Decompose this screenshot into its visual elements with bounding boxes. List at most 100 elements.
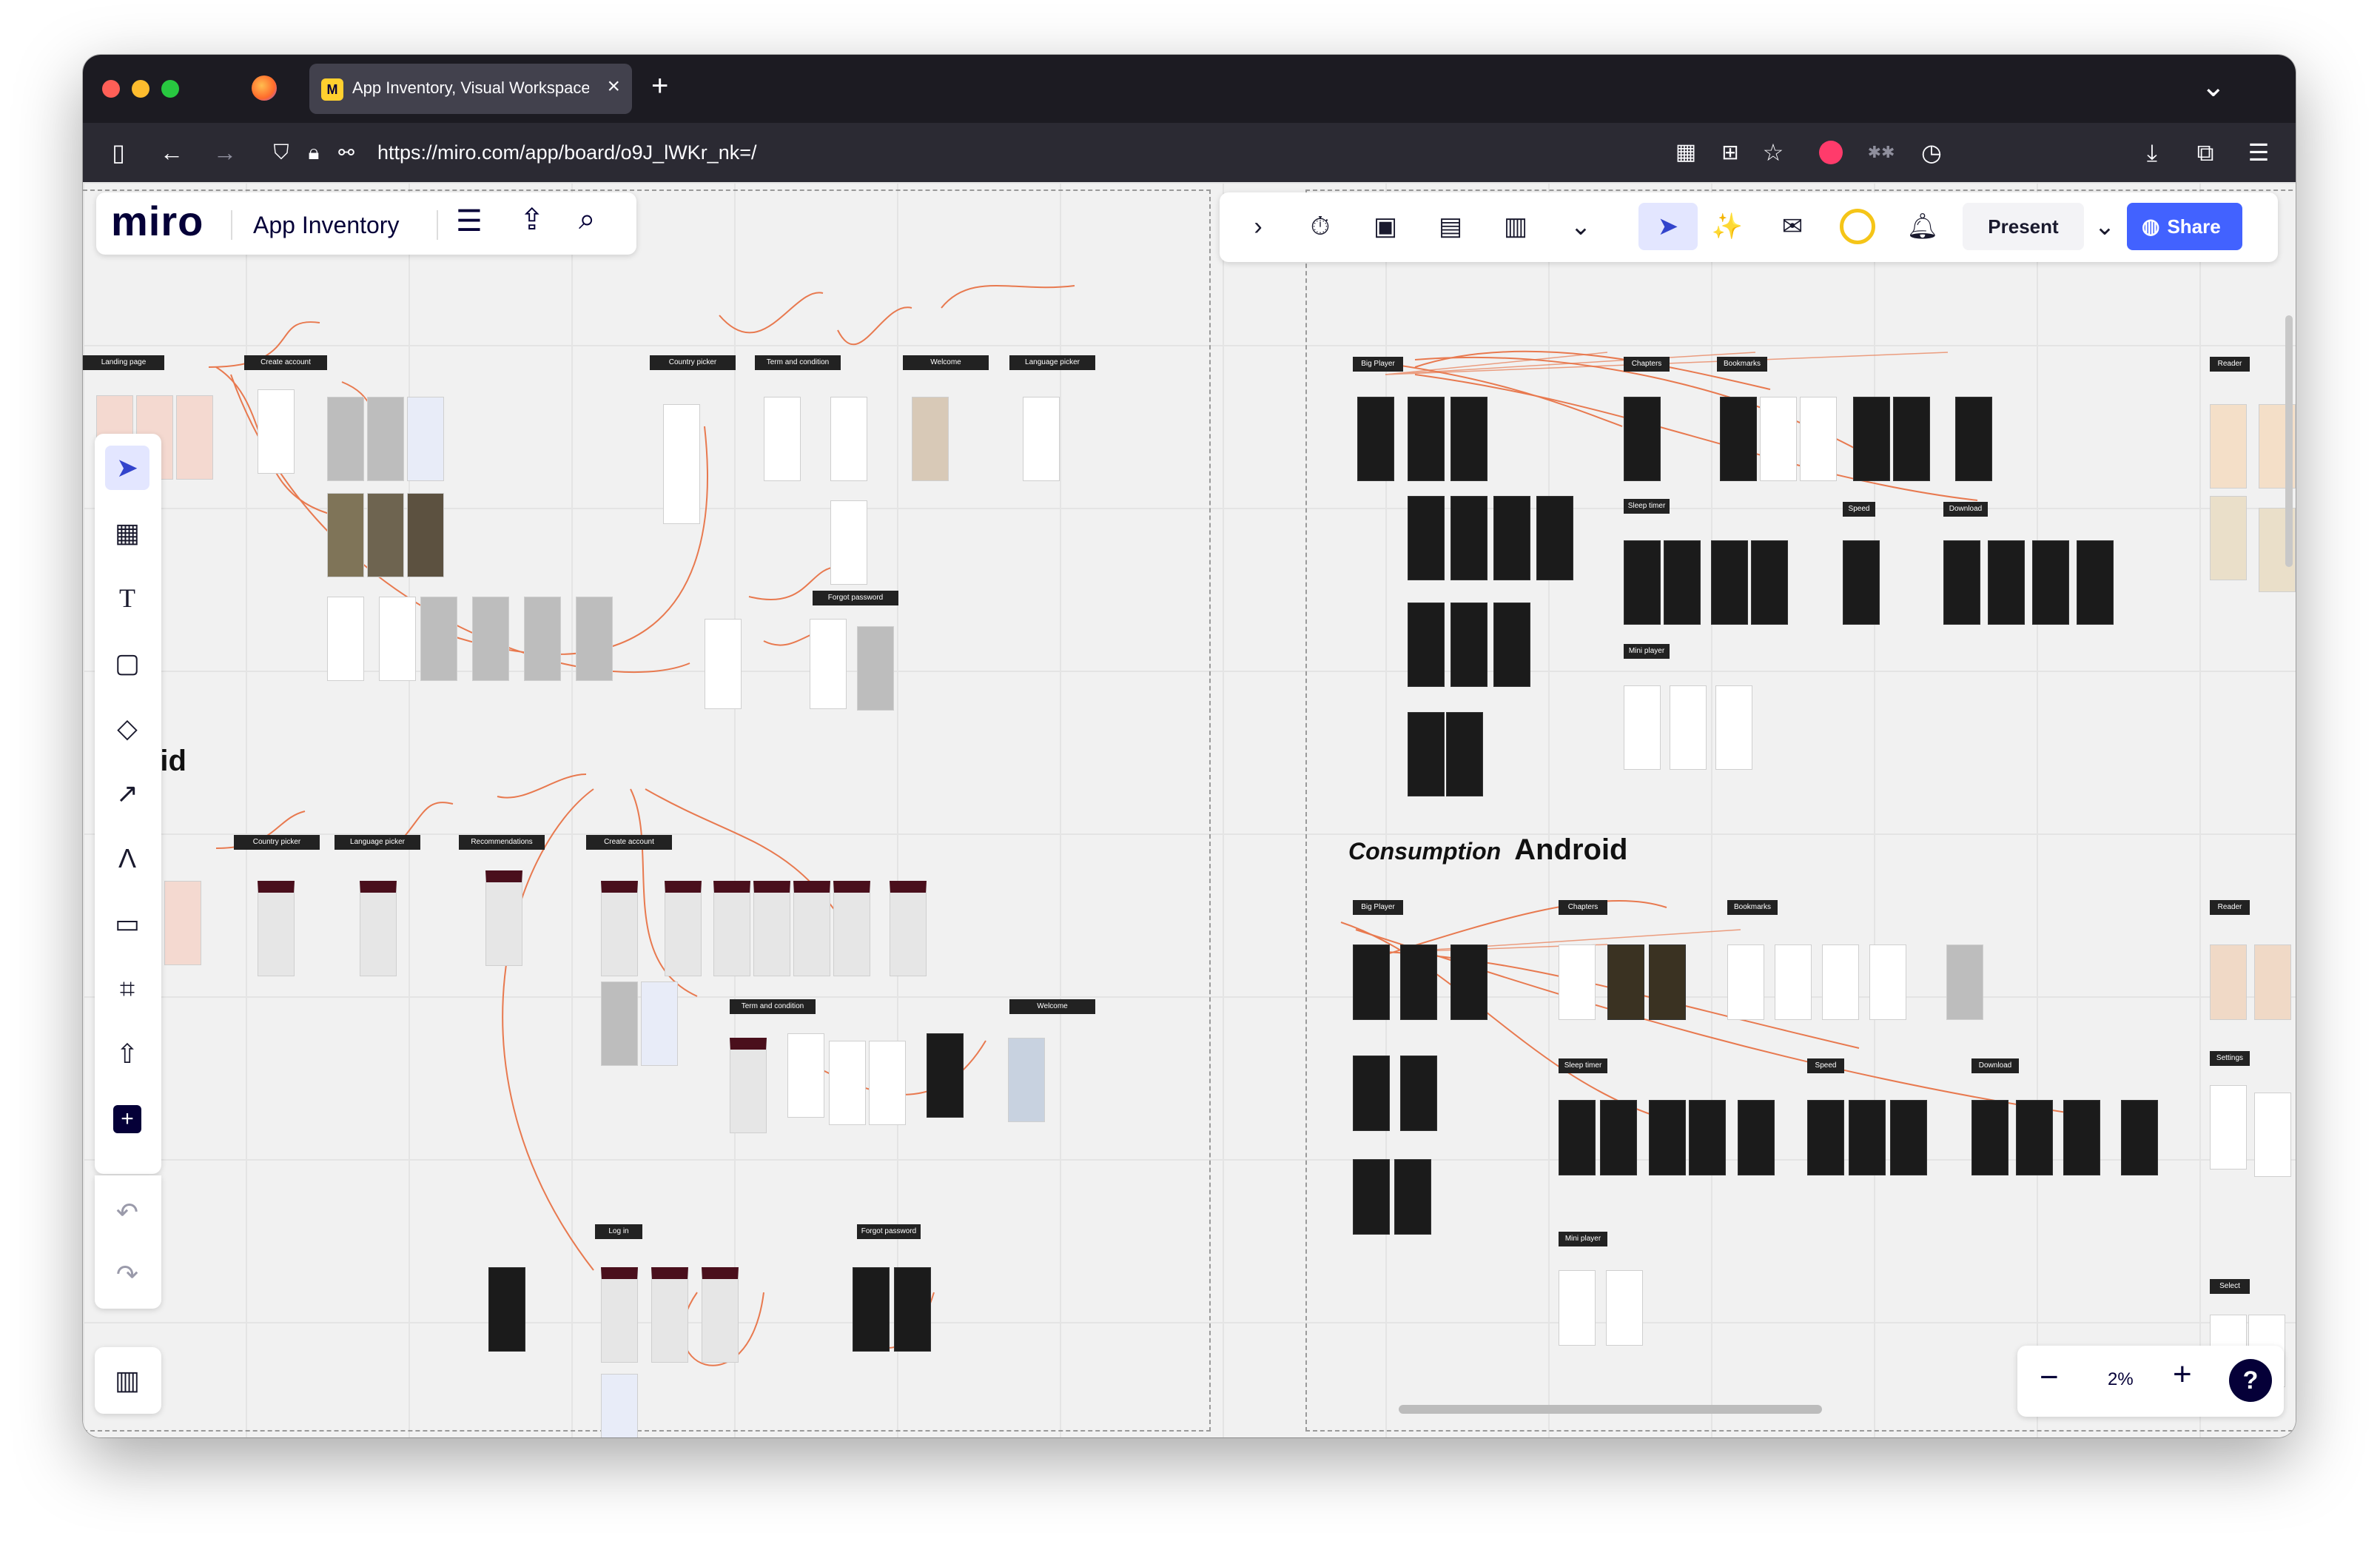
screen-thumbnail[interactable] [1408,397,1445,481]
screen-thumbnail[interactable] [327,397,364,481]
screen-thumbnail[interactable] [1606,1270,1643,1346]
sticky-note-icon[interactable]: ▢ [105,641,149,685]
redo-icon[interactable]: ↷ [105,1252,149,1297]
screen-thumbnail[interactable] [829,1041,866,1125]
screen-thumbnail[interactable] [2210,404,2247,489]
screen-thumbnail[interactable] [1751,540,1788,625]
sidebar-toggle-icon[interactable]: ▯ [102,136,135,169]
screen-thumbnail[interactable] [1727,944,1764,1020]
firefox-view-icon[interactable] [252,75,277,101]
text-tool-icon[interactable]: T [105,576,149,620]
screen-thumbnail[interactable] [1493,603,1530,687]
screen-thumbnail[interactable] [651,1267,688,1363]
screen-thumbnail[interactable] [1869,944,1906,1020]
screen-thumbnail[interactable] [2077,540,2114,625]
screen-thumbnail[interactable] [665,881,702,976]
zoom-out-button[interactable]: − [2040,1359,2059,1396]
screen-thumbnail[interactable] [1400,944,1437,1020]
shield-icon[interactable]: ⛉ [265,136,298,169]
screen-thumbnail[interactable] [601,881,638,976]
zoom-in-button[interactable]: + [2173,1356,2192,1393]
screen-thumbnail[interactable] [1943,540,1980,625]
back-icon[interactable]: ← [155,136,188,169]
screen-thumbnail[interactable] [176,395,213,480]
present-dropdown-chevron-icon[interactable]: ⌄ [2084,206,2125,247]
screen-thumbnail[interactable] [793,881,830,976]
screen-thumbnail[interactable] [1408,712,1445,796]
vertical-scrollbar[interactable] [2285,315,2293,567]
export-icon[interactable]: ⇪ [520,203,545,237]
screen-thumbnail[interactable] [1450,603,1488,687]
screen-thumbnail[interactable] [1843,540,1880,625]
notifications-bell-icon[interactable]: 🔔︎ [1902,206,1943,247]
select-tool-icon[interactable]: ➤ [105,446,149,490]
board-canvas[interactable]: Landing page Create account Country pick… [83,182,2296,1437]
present-button[interactable]: Present [1963,203,2084,250]
share-button[interactable]: ◍ Share [2127,203,2242,250]
screen-thumbnail[interactable] [713,881,750,976]
screen-thumbnail[interactable] [830,397,867,481]
screen-thumbnail[interactable] [1023,397,1060,481]
screen-thumbnail[interactable] [258,389,295,474]
screen-thumbnail[interactable] [1408,496,1445,580]
help-button[interactable]: ? [2229,1359,2272,1402]
zoom-window-button[interactable] [161,80,179,98]
forward-icon[interactable]: → [209,136,241,169]
screen-thumbnail[interactable] [1893,397,1930,481]
zoom-level[interactable]: 2% [2108,1369,2134,1390]
screen-thumbnail[interactable] [488,1267,525,1352]
screen-thumbnail[interactable] [641,981,678,1066]
screen-thumbnail[interactable] [833,881,870,976]
screen-thumbnail[interactable] [1450,397,1488,481]
more-chevron-icon[interactable]: ⌄ [1560,206,1601,247]
screen-thumbnail[interactable] [1446,712,1483,796]
screen-thumbnail[interactable] [753,881,790,976]
screen-thumbnail[interactable] [1559,1270,1596,1346]
screen-thumbnail[interactable] [1450,944,1488,1020]
screen-thumbnail[interactable] [1822,944,1859,1020]
screen-thumbnail[interactable] [730,1038,767,1133]
upload-icon[interactable]: ⇧ [105,1032,149,1076]
screen-thumbnail[interactable] [1853,397,1890,481]
templates-icon[interactable]: ▦ [105,511,149,555]
permissions-icon[interactable]: ⚯ [330,136,363,169]
screen-thumbnail[interactable] [2210,496,2247,580]
screen-thumbnail[interactable] [576,597,613,681]
screen-thumbnail[interactable] [1890,1100,1927,1175]
screen-thumbnail[interactable] [2016,1100,2053,1175]
screen-thumbnail[interactable] [1559,944,1596,1020]
board-name[interactable]: App Inventory [253,212,399,239]
screen-thumbnail[interactable] [1353,944,1390,1020]
screen-thumbnail[interactable] [810,619,847,709]
screen-thumbnail[interactable] [327,493,364,577]
extensions-grid-icon[interactable]: ▦ [1670,136,1702,169]
screen-thumbnail[interactable] [1353,1056,1390,1131]
history-icon[interactable]: ◷ [1915,136,1948,169]
screen-thumbnail[interactable] [601,1267,638,1363]
screen-thumbnail[interactable] [2210,944,2247,1020]
screen-thumbnail[interactable] [2121,1100,2158,1175]
screen-thumbnail[interactable] [2210,1085,2247,1170]
screen-thumbnail[interactable] [830,500,867,585]
screen-thumbnail[interactable] [1600,1100,1637,1175]
screen-thumbnail[interactable] [1955,397,1992,481]
miro-logo[interactable]: miro [111,197,204,245]
screen-thumbnail[interactable] [360,881,397,976]
screen-thumbnail[interactable] [367,493,404,577]
screen-thumbnail[interactable] [1559,1100,1596,1175]
screen-thumbnail[interactable] [857,626,894,711]
screen-thumbnail[interactable] [485,870,522,966]
screen-thumbnail[interactable] [890,881,927,976]
bookmark-star-icon[interactable]: ☆ [1757,136,1789,169]
screen-thumbnail[interactable] [524,597,561,681]
screen-thumbnail[interactable] [2254,1093,2291,1177]
close-tab-icon[interactable]: × [607,74,620,99]
screen-thumbnail[interactable] [1607,944,1644,1020]
screen-thumbnail[interactable] [1624,397,1661,481]
screen-thumbnail[interactable] [1807,1100,1844,1175]
screen-thumbnail[interactable] [1775,944,1812,1020]
timer-icon[interactable]: ⏱ [1300,206,1341,247]
screen-thumbnail[interactable] [601,1374,638,1437]
screen-thumbnail[interactable] [1760,397,1797,481]
screen-thumbnail[interactable] [164,881,201,965]
